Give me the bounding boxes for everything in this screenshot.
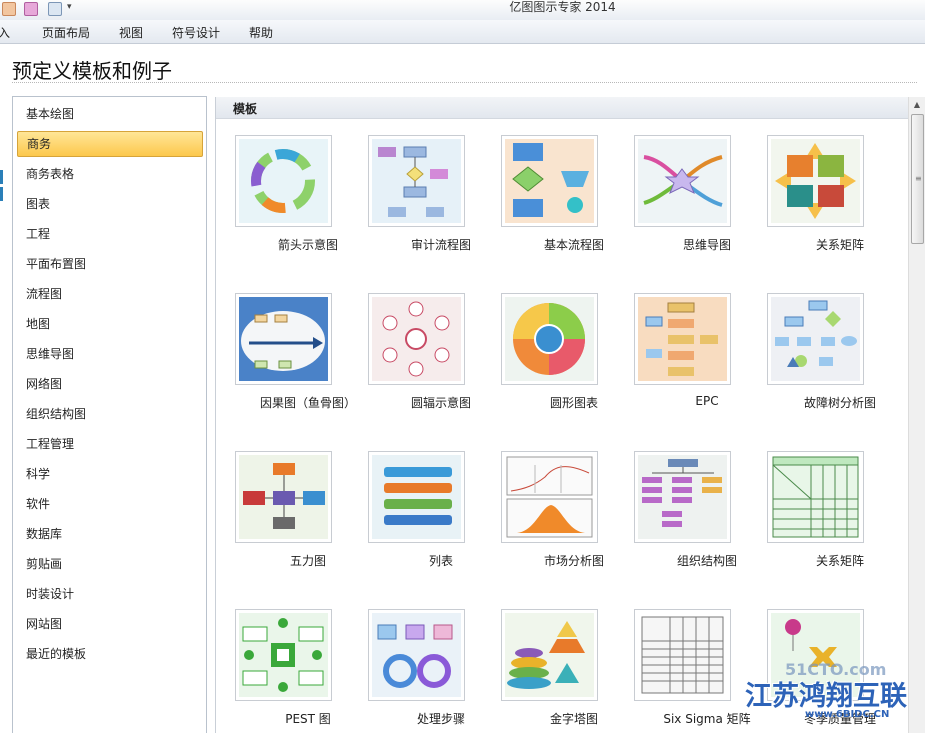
- vertical-scrollbar[interactable]: ▲ ≡: [908, 97, 925, 733]
- template-thumbnail-pyramid[interactable]: [501, 609, 598, 701]
- template-thumbnail-circular-chart[interactable]: [501, 293, 598, 385]
- category-recent-templates[interactable]: 最近的模板: [17, 641, 203, 667]
- category-network[interactable]: 网络图: [17, 371, 203, 397]
- template-label[interactable]: 处理步骤: [366, 710, 516, 727]
- grip-icon: ≡: [915, 174, 922, 183]
- template-thumbnail-relation-matrix[interactable]: [767, 135, 864, 227]
- template-thumbnail-epc[interactable]: [634, 293, 731, 385]
- template-thumbnail-basic-flowchart[interactable]: [501, 135, 598, 227]
- category-floor-plan[interactable]: 平面布置图: [17, 251, 203, 277]
- template-thumbnail-fault-tree[interactable]: [767, 293, 864, 385]
- template-label[interactable]: 关系矩阵: [765, 552, 915, 569]
- watermark: 51CTO.com 江苏鸿翔互联 www.6BIDC.CN: [745, 660, 925, 733]
- menu-insert[interactable]: 入: [0, 24, 10, 41]
- template-label[interactable]: 圆辐示意图: [366, 394, 516, 411]
- template-panel: 模板 箭头示意图 审计流程图 基本流程图 思维导图 关系矩阵 因果图（鱼骨图） …: [215, 97, 909, 733]
- template-label[interactable]: 市场分析图: [499, 552, 649, 569]
- template-thumbnail-arrow-diagram[interactable]: [235, 135, 332, 227]
- category-maps[interactable]: 地图: [17, 311, 203, 337]
- category-clip-art[interactable]: 剪贴画: [17, 551, 203, 577]
- template-thumbnail-audit-flowchart[interactable]: [368, 135, 465, 227]
- category-fashion-design[interactable]: 时装设计: [17, 581, 203, 607]
- template-thumbnail-relation-matrix-table[interactable]: [767, 451, 864, 543]
- menu-page-layout[interactable]: 页面布局: [42, 24, 90, 41]
- template-thumbnail-pest[interactable]: [235, 609, 332, 701]
- template-panel-title: 模板: [233, 102, 258, 116]
- template-label[interactable]: PEST 图: [233, 710, 383, 727]
- template-panel-header: 模板: [216, 97, 909, 119]
- page-title: 预定义模板和例子: [12, 59, 172, 83]
- template-label[interactable]: 因果图（鱼骨图）: [233, 394, 383, 411]
- template-thumbnail-list[interactable]: [368, 451, 465, 543]
- template-thumbnail-process-steps[interactable]: [368, 609, 465, 701]
- menu-symbol-design[interactable]: 符号设计: [172, 24, 220, 41]
- scroll-thumb[interactable]: ≡: [911, 114, 924, 244]
- menu-bar: 入 页面布局 视图 符号设计 帮助: [0, 20, 925, 44]
- title-bar: ▾ 亿图图示专家 2014: [0, 0, 925, 20]
- category-business[interactable]: 商务: [17, 131, 203, 157]
- template-label[interactable]: 基本流程图: [499, 236, 649, 253]
- template-label[interactable]: 五力图: [233, 552, 383, 569]
- category-science[interactable]: 科学: [17, 461, 203, 487]
- category-software[interactable]: 软件: [17, 491, 203, 517]
- template-thumbnail-radial-diagram[interactable]: [368, 293, 465, 385]
- menu-help[interactable]: 帮助: [249, 24, 273, 41]
- category-website[interactable]: 网站图: [17, 611, 203, 637]
- template-thumbnail-market-analysis[interactable]: [501, 451, 598, 543]
- category-flowchart[interactable]: 流程图: [17, 281, 203, 307]
- category-engineering[interactable]: 工程: [17, 221, 203, 247]
- category-database[interactable]: 数据库: [17, 521, 203, 547]
- watermark-text: 江苏鸿翔互联: [745, 681, 907, 712]
- category-basic-drawing[interactable]: 基本绘图: [17, 101, 203, 127]
- category-business-forms[interactable]: 商务表格: [17, 161, 203, 187]
- template-thumbnail-five-forces[interactable]: [235, 451, 332, 543]
- template-thumbnail-fishbone[interactable]: [235, 293, 332, 385]
- template-label[interactable]: 圆形图表: [499, 394, 649, 411]
- template-label[interactable]: 审计流程图: [366, 236, 516, 253]
- left-edge-marker: [0, 170, 4, 215]
- template-label[interactable]: 组织结构图: [632, 552, 782, 569]
- title-divider: [12, 82, 917, 83]
- template-label[interactable]: 故障树分析图: [765, 394, 915, 411]
- template-thumbnail-mind-map[interactable]: [634, 135, 731, 227]
- template-label[interactable]: 金字塔图: [499, 710, 649, 727]
- watermark-url: www.6BIDC.CN: [805, 709, 890, 720]
- template-label[interactable]: 思维导图: [632, 236, 782, 253]
- category-mind-map[interactable]: 思维导图: [17, 341, 203, 367]
- template-label[interactable]: 箭头示意图: [233, 236, 383, 253]
- category-charts[interactable]: 图表: [17, 191, 203, 217]
- category-list: 基本绘图 商务 商务表格 图表 工程 平面布置图 流程图 地图 思维导图 网络图…: [12, 96, 207, 733]
- template-label[interactable]: EPC: [632, 394, 782, 408]
- template-label[interactable]: 关系矩阵: [765, 236, 915, 253]
- app-title: 亿图图示专家 2014: [509, 0, 616, 14]
- template-thumbnail-org-chart[interactable]: [634, 451, 731, 543]
- template-thumbnail-six-sigma-matrix[interactable]: [634, 609, 731, 701]
- category-org-chart[interactable]: 组织结构图: [17, 401, 203, 427]
- scroll-up-icon[interactable]: ▲: [911, 99, 923, 111]
- menu-view[interactable]: 视图: [119, 24, 143, 41]
- template-label[interactable]: 列表: [366, 552, 516, 569]
- category-project-management[interactable]: 工程管理: [17, 431, 203, 457]
